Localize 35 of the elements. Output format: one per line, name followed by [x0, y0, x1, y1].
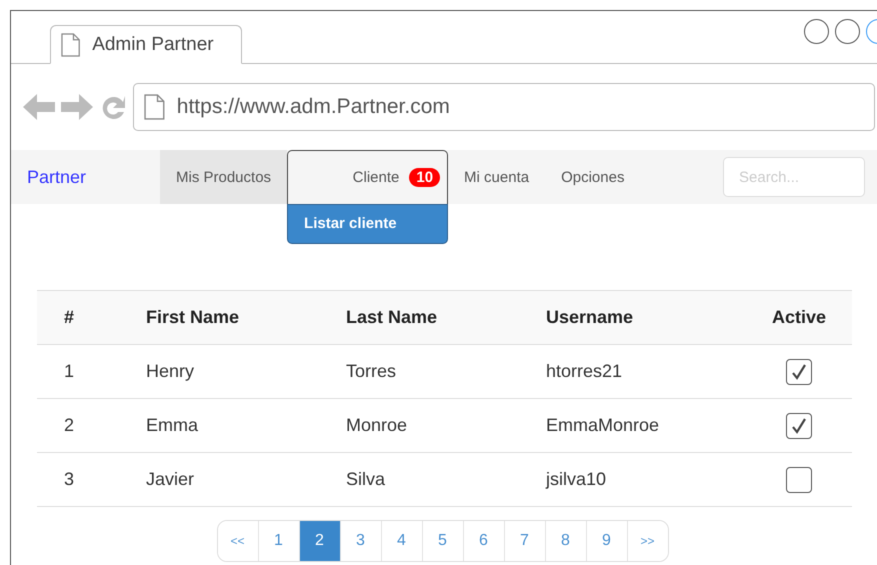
column-header: Last Name	[346, 290, 546, 344]
table-cell: Javier	[146, 452, 346, 507]
table-cell: htorres21	[546, 344, 746, 398]
column-header: #	[37, 290, 146, 344]
checkmark-icon	[791, 418, 807, 434]
page-link[interactable]: 2	[298, 521, 340, 561]
table-cell: 3	[37, 452, 146, 507]
window-control[interactable]	[804, 19, 829, 44]
table-cell: Torres	[346, 344, 546, 398]
brand-link[interactable]: Partner	[27, 166, 160, 188]
page-icon	[61, 32, 80, 56]
table-cell: Henry	[146, 344, 346, 398]
table-cell: 1	[37, 344, 146, 398]
column-header: Username	[546, 290, 746, 344]
browser-tab[interactable]: Admin Partner	[50, 25, 242, 64]
column-header: Active	[746, 290, 852, 344]
active-checkbox[interactable]	[786, 466, 812, 492]
table-cell: Silva	[346, 452, 546, 507]
tab-title: Admin Partner	[92, 34, 214, 56]
table-cell: Emma	[146, 398, 346, 452]
table-cell: EmmaMonroe	[546, 398, 746, 452]
nav-item[interactable]: Mis Productos	[160, 150, 288, 204]
last-page-link[interactable]: >>	[626, 521, 668, 561]
address-field[interactable]: https://www.adm.Partner.com	[133, 83, 875, 131]
count-badge: 10	[409, 168, 440, 187]
window-control[interactable]	[835, 19, 860, 44]
active-checkbox[interactable]	[786, 358, 812, 384]
table-cell: Monroe	[346, 398, 546, 452]
page-icon	[144, 94, 165, 120]
column-header: First Name	[146, 290, 346, 344]
active-checkbox[interactable]	[786, 412, 812, 438]
menu-item[interactable]: Listar cliente	[288, 205, 448, 243]
table-cell: 2	[37, 398, 146, 452]
table-cell: jsilva10	[546, 452, 746, 507]
checkmark-icon	[791, 364, 807, 380]
